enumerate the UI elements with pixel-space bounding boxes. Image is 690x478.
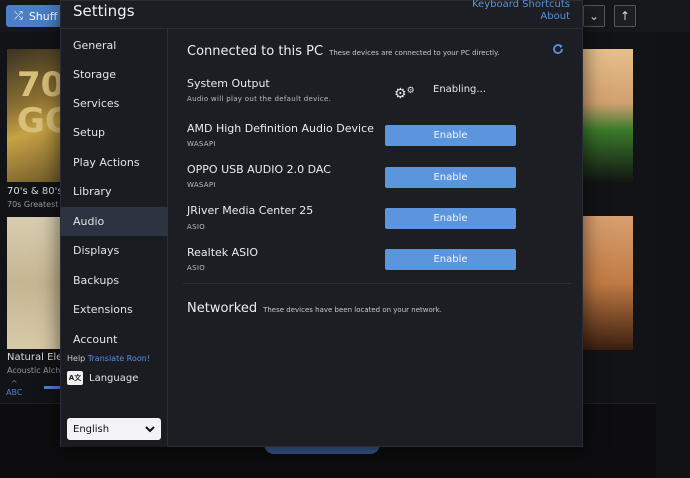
language-value: English: [73, 423, 110, 435]
sidebar-item-play-actions[interactable]: Play Actions: [61, 148, 168, 177]
sidebar-item-storage[interactable]: Storage: [61, 60, 168, 89]
device-name: OPPO USB AUDIO 2.0 DAC: [187, 163, 331, 176]
album-art-text: 70's GO: [17, 65, 60, 141]
shuffle-button[interactable]: ⤮ Shuff: [6, 5, 66, 27]
dropdown-button[interactable]: ⌄: [583, 5, 605, 27]
album-cover[interactable]: 70's GO: [7, 49, 60, 182]
enable-button[interactable]: Enable: [385, 208, 516, 229]
networked-section-desc: These devices have been located on your …: [263, 306, 442, 314]
shuffle-icon: ⤮: [14, 9, 23, 22]
album-cover[interactable]: [7, 217, 60, 349]
device-name: AMD High Definition Audio Device: [187, 122, 374, 135]
language-icon: A文: [67, 371, 83, 385]
device-name: JRiver Media Center 25: [187, 204, 314, 217]
alpha-index[interactable]: ^ ABC: [6, 379, 22, 397]
keyboard-shortcuts-link[interactable]: Keyboard Shortcuts: [472, 0, 570, 11]
connected-section-desc: These devices are connected to your PC d…: [329, 49, 500, 57]
sidebar-item-audio[interactable]: Audio: [61, 207, 168, 236]
album-title[interactable]: 70's & 80's: [7, 186, 63, 197]
album-cover[interactable]: [583, 49, 633, 184]
translate-link[interactable]: Translate Roon!: [88, 354, 150, 363]
settings-dialog: Settings Keyboard Shortcuts About Genera…: [60, 0, 583, 447]
gears-icon: ⚙⚙: [394, 86, 415, 102]
sidebar-item-displays[interactable]: Displays: [61, 236, 168, 265]
device-status: Enabling...: [433, 84, 486, 95]
album-artist[interactable]: 70s Greatest H: [7, 200, 67, 209]
scroll-top-button[interactable]: ↑: [614, 5, 636, 27]
sidebar-item-extensions[interactable]: Extensions: [61, 295, 168, 324]
sidebar-item-setup[interactable]: Setup: [61, 118, 168, 147]
dialog-title: Settings: [73, 2, 135, 20]
album-cover[interactable]: [583, 216, 633, 350]
device-name: Realtek ASIO: [187, 246, 259, 259]
album-artist[interactable]: Acoustic Alche: [7, 366, 65, 375]
device-driver: WASAPI: [187, 181, 216, 189]
device-driver: ASIO: [187, 223, 206, 231]
up-arrow-icon: ↑: [619, 9, 631, 23]
settings-sidebar: General Storage Services Setup Play Acti…: [61, 29, 168, 447]
sidebar-item-account[interactable]: Account: [61, 325, 168, 354]
networked-section-title: Networked These devices have been located…: [187, 301, 442, 316]
audio-settings-content: Connected to this PC These devices are co…: [169, 29, 582, 447]
language-select[interactable]: English: [67, 418, 161, 440]
device-driver: WASAPI: [187, 140, 216, 148]
enable-button[interactable]: Enable: [385, 125, 516, 146]
sidebar-item-services[interactable]: Services: [61, 89, 168, 118]
device-name: System Output: [187, 77, 270, 90]
device-driver: ASIO: [187, 264, 206, 272]
about-link[interactable]: About: [472, 11, 570, 23]
language-label-row: A文 Language: [67, 371, 138, 385]
sidebar-item-library[interactable]: Library: [61, 177, 168, 206]
chevron-down-icon: [145, 425, 155, 432]
section-divider: [183, 283, 571, 284]
chevron-down-icon: ⌄: [588, 9, 600, 23]
sidebar-item-general[interactable]: General: [61, 31, 168, 60]
language-label: Language: [89, 372, 139, 384]
help-label: Help: [67, 354, 86, 363]
header-links: Keyboard Shortcuts About: [472, 0, 570, 23]
sidebar-item-backups[interactable]: Backups: [61, 266, 168, 295]
album-title[interactable]: Natural Ele: [7, 352, 62, 363]
connected-section-title: Connected to this PC These devices are co…: [187, 44, 500, 59]
enable-button[interactable]: Enable: [385, 249, 516, 270]
help-translate: Help Translate Roon!: [67, 354, 150, 363]
refresh-icon[interactable]: [552, 43, 564, 59]
enable-button[interactable]: Enable: [385, 167, 516, 188]
device-desc: Audio will play out the default device.: [187, 95, 332, 103]
